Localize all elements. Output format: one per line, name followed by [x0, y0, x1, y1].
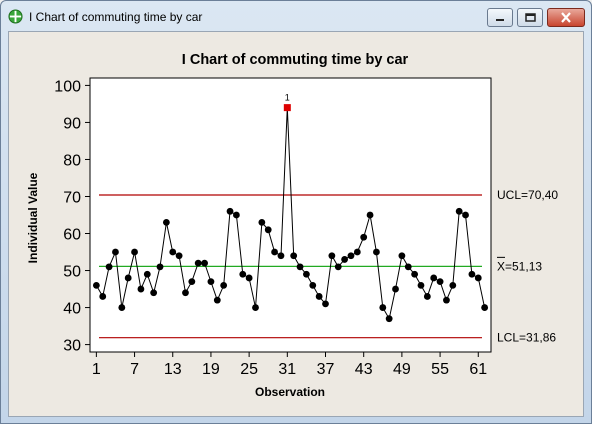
data-point [232, 211, 240, 219]
data-point [182, 289, 189, 297]
out-of-control-point [283, 104, 291, 112]
x-tick-label: 55 [431, 361, 449, 378]
data-point [175, 252, 183, 260]
data-point [430, 274, 438, 282]
y-tick-label: 90 [63, 115, 81, 132]
data-point [385, 315, 393, 323]
x-tick-label: 31 [278, 361, 296, 378]
data-point [360, 233, 368, 241]
data-point [150, 289, 158, 297]
x-tick-label: 7 [130, 361, 139, 378]
data-point [118, 304, 126, 311]
data-point [143, 270, 151, 278]
lcl-label: LCL=31,86 [497, 331, 556, 345]
data-point [213, 296, 221, 304]
x-tick-label: 61 [469, 361, 487, 378]
data-point [309, 281, 317, 289]
data-point [392, 285, 399, 293]
data-point [264, 226, 272, 234]
data-point [99, 293, 107, 300]
data-point [341, 256, 349, 263]
data-point [417, 281, 425, 289]
data-point [290, 252, 298, 260]
data-point [207, 278, 215, 286]
data-point [112, 248, 119, 256]
data-point [92, 281, 100, 289]
data-point [137, 285, 145, 293]
data-point [398, 252, 406, 260]
data-point [404, 263, 412, 271]
x-tick-label: 13 [164, 361, 182, 378]
data-point [328, 252, 336, 260]
data-point [481, 304, 489, 311]
data-point [347, 252, 355, 260]
x-tick-label: 43 [355, 361, 373, 378]
plot-area [89, 77, 492, 353]
x-tick-label: 19 [202, 361, 220, 378]
data-point [296, 263, 304, 271]
data-point [462, 211, 469, 219]
data-point [468, 270, 476, 278]
x-tick-label: 1 [92, 361, 101, 378]
data-point [303, 270, 310, 278]
y-tick-label: 100 [54, 78, 81, 95]
i-chart: I Chart of commuting time by car 30 40 50 6… [26, 52, 558, 399]
y-axis-label: Individual Value [26, 172, 40, 263]
y-tick-label: 70 [63, 189, 81, 206]
data-point [252, 304, 259, 311]
data-point [188, 278, 196, 286]
data-point [379, 304, 387, 311]
data-point [169, 248, 177, 256]
data-point [436, 278, 444, 286]
data-point [245, 274, 253, 282]
data-point [474, 274, 482, 282]
y-tick-label: 80 [63, 152, 81, 169]
y-tick-label: 60 [63, 227, 81, 244]
y-tick-label: 30 [63, 338, 81, 355]
data-point [162, 219, 170, 226]
data-point [271, 248, 278, 256]
data-point [443, 296, 450, 304]
data-point [449, 281, 457, 289]
x-tick-label: 49 [393, 361, 411, 378]
x-tick-label: 25 [240, 361, 258, 378]
data-point [131, 248, 138, 256]
data-point [411, 270, 419, 278]
data-point [366, 211, 374, 219]
y-tick-label: 50 [63, 264, 81, 281]
data-point [315, 293, 323, 300]
y-tick-label: 40 [63, 301, 81, 318]
data-point [322, 300, 329, 308]
chart-title: I Chart of commuting time by car [182, 52, 409, 68]
data-point [220, 281, 228, 289]
data-point [334, 263, 342, 271]
ucl-label: UCL=70,40 [497, 188, 558, 202]
center-label: X=51,13 [497, 259, 542, 273]
test-failure-label: 1 [285, 93, 290, 103]
data-point [277, 252, 285, 260]
data-point [105, 263, 113, 271]
data-point [226, 207, 234, 215]
data-point [201, 259, 208, 267]
data-point [455, 207, 463, 215]
x-axis-label: Observation [255, 385, 325, 399]
data-point [258, 219, 266, 226]
data-point [373, 248, 380, 256]
data-point [156, 263, 164, 271]
data-point [423, 293, 431, 300]
data-point [124, 274, 132, 282]
x-tick-label: 37 [317, 361, 335, 378]
data-point [239, 270, 247, 278]
data-point [353, 248, 361, 256]
data-point [194, 259, 202, 267]
